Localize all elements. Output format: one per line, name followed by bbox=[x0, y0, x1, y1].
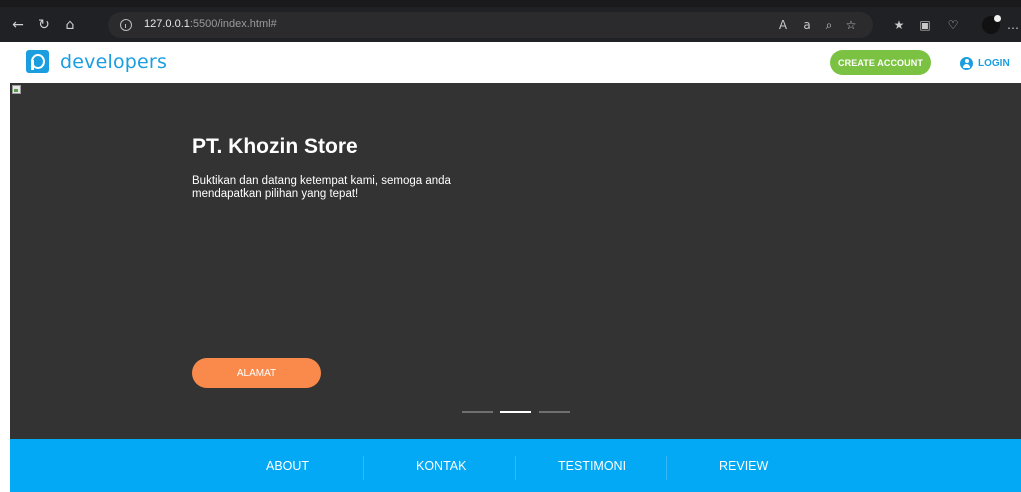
nav-item-about[interactable]: ABOUT bbox=[266, 459, 309, 473]
hero-carousel: PT. Khozin Store Buktikan dan datang ket… bbox=[10, 83, 1021, 439]
favorite-icon[interactable]: ☆ bbox=[842, 15, 860, 35]
more-icon[interactable]: … bbox=[1004, 15, 1021, 35]
carousel-indicator-1[interactable] bbox=[462, 411, 493, 413]
hero-title: PT. Khozin Store bbox=[192, 135, 358, 158]
info-icon[interactable] bbox=[120, 19, 132, 31]
back-icon[interactable]: ← bbox=[8, 15, 28, 35]
hero-description: Buktikan dan datang ketempat kami, semog… bbox=[192, 175, 451, 200]
nav-divider bbox=[666, 456, 667, 480]
address-bar[interactable]: 127.0.0.1:5500/index.html# bbox=[108, 12, 873, 38]
url-host: 127.0.0.1 bbox=[144, 18, 190, 30]
broken-image-icon bbox=[12, 85, 21, 94]
refresh-icon[interactable]: ↻ bbox=[34, 15, 54, 35]
browser-toolbar: ← ↻ ⌂ 127.0.0.1:5500/index.html# A a ⌕ ☆… bbox=[0, 0, 1021, 42]
url-path: :5500/index.html# bbox=[189, 18, 277, 30]
user-icon bbox=[960, 56, 973, 70]
health-icon[interactable]: ♡ bbox=[944, 15, 962, 35]
home-icon[interactable]: ⌂ bbox=[60, 15, 80, 35]
nav-divider bbox=[515, 456, 516, 480]
read-aloud-icon[interactable]: A bbox=[774, 15, 792, 35]
login-label: LOGIN bbox=[978, 57, 1010, 69]
create-account-button[interactable]: CREATE ACCOUNT bbox=[830, 50, 931, 75]
translate-icon[interactable]: a bbox=[798, 15, 816, 35]
zoom-icon[interactable]: ⌕ bbox=[820, 15, 838, 35]
carousel-indicator-2[interactable] bbox=[500, 411, 531, 413]
favorites-list-icon[interactable]: ★ bbox=[890, 15, 908, 35]
bottom-nav: ABOUT KONTAK TESTIMONI REVIEW bbox=[10, 439, 1021, 492]
nav-item-kontak[interactable]: KONTAK bbox=[416, 459, 466, 473]
alamat-button[interactable]: ALAMAT bbox=[192, 358, 321, 388]
collections-icon[interactable]: ▣ bbox=[916, 15, 934, 35]
url-text[interactable]: 127.0.0.1:5500/index.html# bbox=[144, 18, 277, 30]
login-link[interactable]: LOGIN bbox=[960, 55, 1010, 71]
brand-logo-icon[interactable] bbox=[26, 50, 49, 73]
carousel-indicator-3[interactable] bbox=[539, 411, 570, 413]
nav-item-testimoni[interactable]: TESTIMONI bbox=[558, 459, 626, 473]
nav-item-review[interactable]: REVIEW bbox=[719, 459, 768, 473]
site-header: developers CREATE ACCOUNT LOGIN bbox=[10, 42, 1021, 83]
page-left-margin bbox=[0, 42, 10, 492]
nav-divider bbox=[363, 456, 364, 480]
profile-icon[interactable] bbox=[982, 15, 1001, 34]
brand-name[interactable]: developers bbox=[60, 51, 167, 73]
